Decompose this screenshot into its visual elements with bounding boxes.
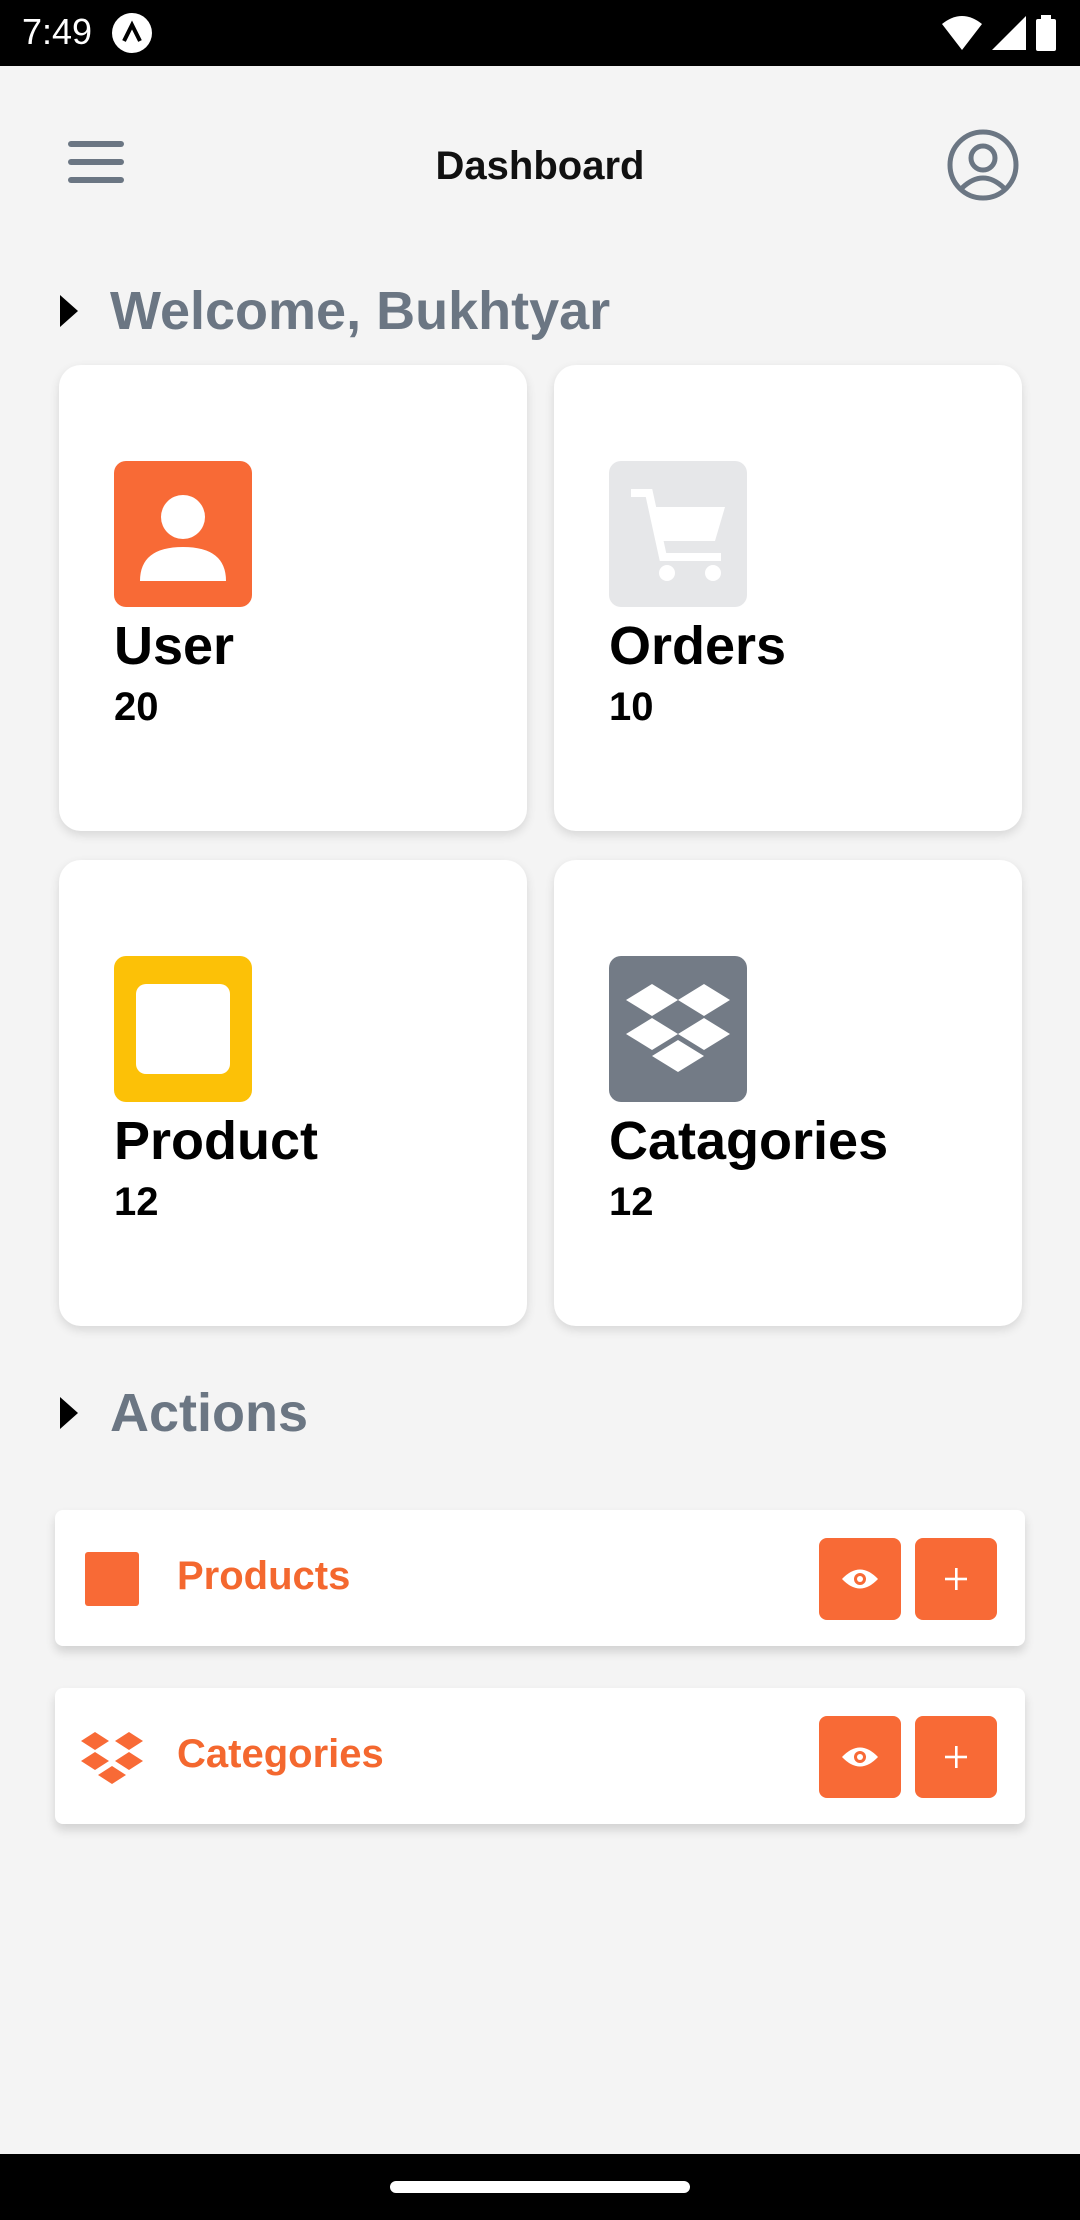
stat-card-count: 10 xyxy=(609,685,654,729)
plus-icon xyxy=(945,1746,967,1768)
action-label: Categories xyxy=(177,1732,384,1776)
stat-card-title: User xyxy=(114,616,235,676)
stat-card-title: Product xyxy=(114,1111,319,1171)
stat-card-count: 20 xyxy=(114,685,159,729)
app-header: Dashboard xyxy=(0,66,1080,266)
action-label: Products xyxy=(177,1554,351,1598)
status-icons xyxy=(942,14,1056,52)
status-time: 7:49 xyxy=(22,11,93,52)
battery-icon xyxy=(1036,15,1056,51)
app-notification-icon xyxy=(112,13,152,53)
stat-card-product[interactable]: Product 12 xyxy=(59,860,527,1326)
welcome-text: Welcome, Bukhtyar xyxy=(110,281,611,341)
caret-right-icon xyxy=(60,1397,78,1429)
dropbox-icon xyxy=(609,956,747,1102)
stat-card-count: 12 xyxy=(114,1180,159,1224)
plus-icon xyxy=(945,1568,967,1590)
actions-section-header[interactable]: Actions xyxy=(60,1378,308,1448)
page-title: Dashboard xyxy=(435,144,645,188)
dropbox-icon xyxy=(81,1730,143,1784)
view-products-button[interactable] xyxy=(819,1538,901,1620)
user-icon xyxy=(114,461,252,607)
system-nav-bar xyxy=(0,2154,1080,2220)
square-icon xyxy=(85,1552,139,1606)
stat-card-user[interactable]: User 20 xyxy=(59,365,527,831)
status-bar: 7:49 xyxy=(0,0,1080,66)
eye-icon xyxy=(842,1747,878,1767)
add-product-button[interactable] xyxy=(915,1538,997,1620)
stat-card-title: Orders xyxy=(609,616,787,676)
stat-card-orders[interactable]: Orders 10 xyxy=(554,365,1022,831)
action-row-products: Products xyxy=(55,1510,1025,1646)
add-category-button[interactable] xyxy=(915,1716,997,1798)
eye-icon xyxy=(842,1569,878,1589)
welcome-section-header[interactable]: Welcome, Bukhtyar xyxy=(60,276,610,346)
account-circle-icon[interactable] xyxy=(946,128,1020,202)
square-icon xyxy=(114,956,252,1102)
signal-icon xyxy=(992,16,1026,50)
cart-icon xyxy=(609,461,747,607)
action-row-categories: Categories xyxy=(55,1688,1025,1824)
stat-card-categories[interactable]: Catagories 12 xyxy=(554,860,1022,1326)
caret-right-icon xyxy=(60,295,78,327)
stat-card-title: Catagories xyxy=(609,1111,889,1171)
view-categories-button[interactable] xyxy=(819,1716,901,1798)
stat-card-count: 12 xyxy=(609,1180,654,1224)
home-indicator[interactable] xyxy=(390,2181,690,2193)
actions-title: Actions xyxy=(110,1383,309,1443)
wifi-icon xyxy=(942,16,982,50)
